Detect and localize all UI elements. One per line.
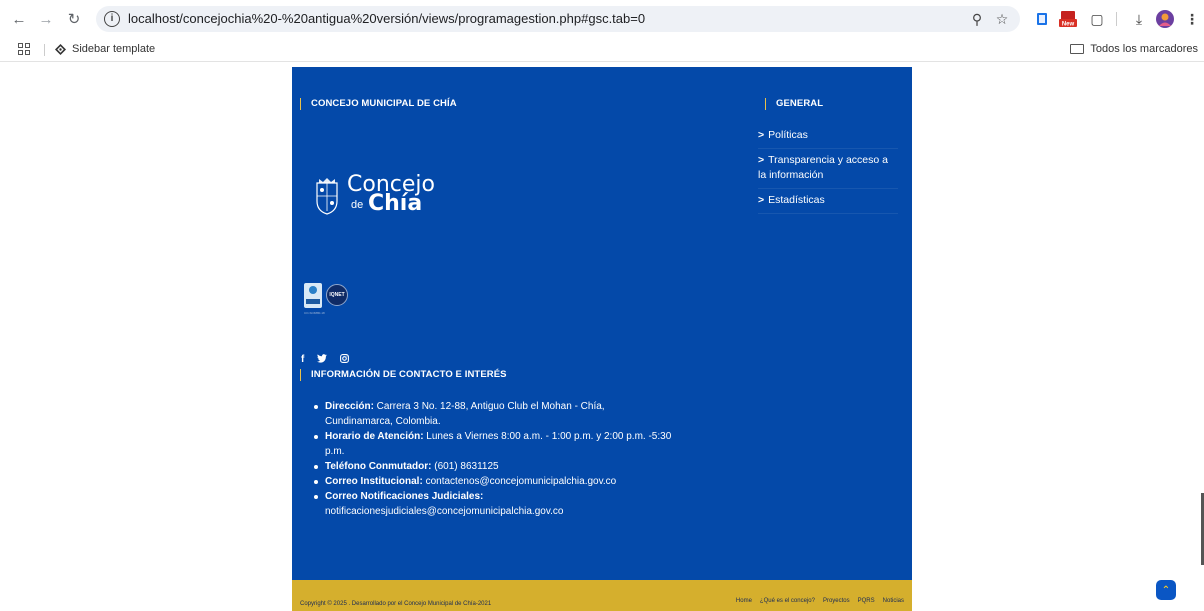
- download-icon[interactable]: ⤓: [1129, 9, 1149, 29]
- address-bar[interactable]: i localhost/concejochia%20-%20antigua%20…: [96, 6, 1020, 32]
- profile-avatar-icon[interactable]: [1155, 9, 1175, 29]
- logo-text-chia: Chía: [368, 191, 423, 216]
- more-icon[interactable]: ⋮: [1182, 9, 1202, 29]
- bottom-link-que-es[interactable]: ¿Qué es el concejo?: [760, 598, 815, 604]
- contact-judicial-email: Correo Notificaciones Judiciales: notifi…: [312, 489, 672, 519]
- toolbar-divider: [1116, 12, 1117, 26]
- contact-label: Horario de Atención:: [325, 431, 424, 442]
- browser-toolbar: ← → ↻ i localhost/concejochia%20-%20anti…: [0, 0, 1204, 38]
- forward-arrow-icon[interactable]: →: [35, 8, 57, 30]
- general-title: GENERAL: [765, 98, 823, 110]
- contact-label: Correo Notificaciones Judiciales:: [325, 491, 484, 502]
- puzzle-icon[interactable]: ▢: [1087, 9, 1107, 29]
- twitter-icon[interactable]: [317, 354, 328, 366]
- all-bookmarks[interactable]: Todos los marcadores: [1070, 43, 1198, 55]
- contact-title: INFORMACIÓN DE CONTACTO E INTERÉS: [300, 369, 507, 381]
- contact-hours: Horario de Atención: Lunes a Viernes 8:0…: [312, 429, 672, 459]
- chevron-right-icon: >: [758, 154, 765, 166]
- link-label: Estadísticas: [768, 194, 825, 206]
- zoom-icon[interactable]: ⚲: [968, 10, 986, 28]
- bookmark-sidebar-template[interactable]: Sidebar template: [55, 43, 155, 55]
- bookmarks-divider: [44, 44, 45, 56]
- url-text[interactable]: localhost/concejochia%20-%20antigua%20ve…: [128, 11, 645, 26]
- site-footer: CONCEJO MUNICIPAL DE CHÍA Concejo de Chí…: [292, 67, 912, 580]
- concejo-logo[interactable]: Concejo de Chía: [314, 171, 454, 223]
- contact-value: notificacionesjudiciales@concejomunicipa…: [325, 506, 564, 517]
- footer-left-title: CONCEJO MUNICIPAL DE CHÍA: [300, 98, 457, 110]
- contact-list: Dirección: Carrera 3 No. 12-88, Antiguo …: [312, 399, 672, 519]
- general-links: > Políticas > Transparencia y acceso a la …: [758, 124, 898, 214]
- link-label: Políticas: [768, 129, 808, 141]
- logo-text-de: de: [351, 199, 364, 211]
- social-links: f: [301, 354, 350, 366]
- instagram-icon[interactable]: [340, 354, 350, 366]
- facebook-icon[interactable]: f: [301, 354, 304, 366]
- contact-value: contactenos@concejomunicipalchia.gov.co: [422, 476, 617, 487]
- bottom-link-proyectos[interactable]: Proyectos: [823, 598, 850, 604]
- bookmark-label: Sidebar template: [72, 43, 156, 55]
- contact-value: (601) 8631125: [431, 461, 499, 472]
- chevron-right-icon: >: [758, 194, 765, 206]
- link-transparencia[interactable]: > Transparencia y acceso a la información: [758, 149, 898, 189]
- bottom-link-pqrs[interactable]: PQRS: [858, 598, 875, 604]
- link-politicas[interactable]: > Políticas: [758, 124, 898, 149]
- all-bookmarks-label: Todos los marcadores: [1090, 43, 1198, 55]
- codepen-icon: [55, 43, 66, 55]
- certification-logos: IQNET CO-SC6880-18: [302, 281, 362, 321]
- extension-icon[interactable]: [1032, 9, 1052, 29]
- contact-label: Dirección:: [325, 401, 374, 412]
- link-label: Transparencia y acceso a la información: [758, 154, 888, 181]
- link-estadisticas[interactable]: > Estadísticas: [758, 189, 898, 214]
- page-viewport: CONCEJO MUNICIPAL DE CHÍA Concejo de Chí…: [0, 63, 1204, 611]
- folder-icon: [1070, 44, 1085, 54]
- new-badge-icon[interactable]: New: [1058, 9, 1078, 29]
- icontec-cert-icon: [304, 283, 322, 308]
- copyright-text: Copyright © 2025 . Desarrollado por el C…: [300, 601, 492, 607]
- cert-caption: CO-SC6880-18: [304, 311, 325, 315]
- reload-icon[interactable]: ↻: [63, 8, 85, 30]
- bottom-link-noticias[interactable]: Noticias: [883, 598, 904, 604]
- bookmarks-bar: Sidebar template Todos los marcadores: [0, 38, 1204, 62]
- scroll-to-top-button[interactable]: ⌃: [1156, 580, 1176, 600]
- chevron-right-icon: >: [758, 129, 765, 141]
- info-icon[interactable]: i: [104, 11, 120, 27]
- contact-label: Correo Institucional:: [325, 476, 423, 487]
- footer-bottom-bar: Copyright © 2025 . Desarrollado por el C…: [292, 580, 912, 611]
- bottom-link-home[interactable]: Home: [736, 598, 752, 604]
- contact-phone: Teléfono Conmutador: (601) 8631125: [312, 459, 672, 474]
- back-arrow-icon[interactable]: ←: [8, 8, 30, 30]
- bottom-nav: Home ¿Qué es el concejo? Proyectos PQRS …: [736, 598, 904, 604]
- iqnet-cert-icon: IQNET: [326, 284, 348, 306]
- contact-email: Correo Institucional: contactenos@concej…: [312, 474, 672, 489]
- contact-address: Dirección: Carrera 3 No. 12-88, Antiguo …: [312, 399, 672, 429]
- apps-grid-icon[interactable]: [18, 43, 30, 55]
- contact-label: Teléfono Conmutador:: [325, 461, 432, 472]
- crest-icon: [316, 178, 338, 215]
- star-icon[interactable]: ☆: [993, 10, 1011, 28]
- svg-text:New: New: [1062, 22, 1075, 28]
